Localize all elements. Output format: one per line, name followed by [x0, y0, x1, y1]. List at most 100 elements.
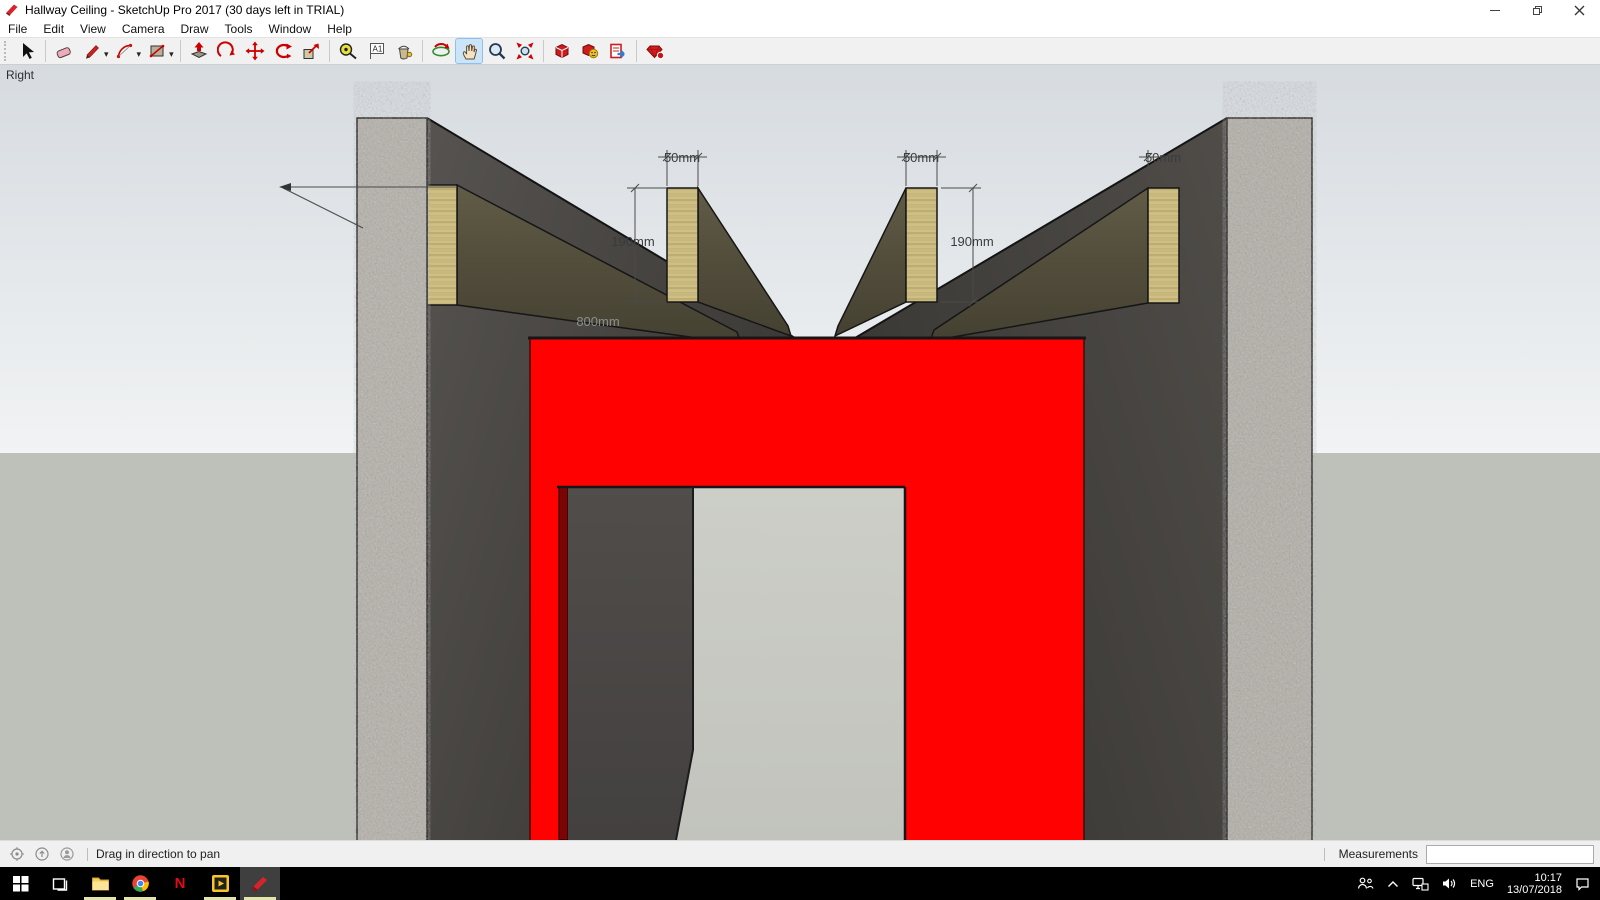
window-title: Hallway Ceiling - SketchUp Pro 2017 (30 … [25, 3, 344, 17]
tray-people-icon[interactable] [1357, 876, 1374, 891]
push-pull-tool-button[interactable] [186, 39, 212, 63]
dim-190mm-2: 190mm [950, 234, 993, 249]
3d-warehouse-button[interactable] [549, 39, 575, 63]
select-tool-button[interactable] [14, 39, 40, 63]
measurements-input[interactable] [1426, 845, 1594, 864]
zoom-tool-button[interactable] [484, 39, 510, 63]
scale-icon [301, 41, 321, 61]
pencil-icon [82, 41, 102, 61]
interior-dark-wall [568, 487, 693, 840]
system-tray: ENG 10:17 13/07/2018 [1344, 867, 1600, 900]
tray-time: 10:17 [1507, 872, 1562, 884]
line-tool-button[interactable] [79, 39, 105, 63]
toolbar-drag-handle[interactable] [4, 41, 9, 61]
menu-window[interactable]: Window [261, 22, 320, 36]
extension-manager-button[interactable] [642, 39, 668, 63]
start-button[interactable] [0, 867, 40, 900]
share-model-button[interactable] [605, 39, 631, 63]
taskbar-sketchup[interactable] [240, 867, 280, 900]
follow-me-icon [217, 41, 237, 61]
tray-network-icon[interactable] [1412, 877, 1429, 891]
sign-in-person-icon[interactable] [59, 846, 75, 862]
paint-bucket-icon [394, 41, 414, 61]
action-center-icon[interactable] [1575, 877, 1590, 891]
3d-warehouse-icon [552, 41, 572, 61]
model-viewport: 50mm 50mm 50mm 190mm 190mm 800mm Right [0, 65, 1600, 840]
pan-tool-button[interactable] [456, 39, 482, 63]
scale-tool-button[interactable] [298, 39, 324, 63]
extension-warehouse-button[interactable] [577, 39, 603, 63]
arc-tool-caret-icon[interactable]: ▾ [137, 49, 142, 60]
paint-bucket-tool-button[interactable] [391, 39, 417, 63]
taskbar-movies-tv[interactable] [200, 867, 240, 900]
shapes-tool-button[interactable] [144, 39, 170, 63]
text-tool-badge: A1 [372, 45, 382, 54]
eraser-tool-button[interactable] [51, 39, 77, 63]
restore-icon [1533, 6, 1542, 15]
zoom-extents-tool-button[interactable] [512, 39, 538, 63]
tray-chevron-up-icon[interactable] [1387, 880, 1399, 888]
rectangle-icon [147, 41, 167, 61]
menu-draw[interactable]: Draw [173, 22, 217, 36]
select-arrow-icon [17, 41, 37, 61]
opening-jamb-shadow [559, 487, 568, 840]
task-view-button[interactable] [40, 867, 80, 900]
eraser-icon [54, 41, 74, 61]
taskbar-netflix[interactable]: N [160, 867, 200, 900]
minimize-button[interactable] [1474, 0, 1516, 20]
tray-date: 13/07/2018 [1507, 884, 1562, 896]
text-tool-button[interactable]: A1 [363, 39, 389, 63]
taskbar-chrome[interactable] [120, 867, 160, 900]
follow-me-tool-button[interactable] [214, 39, 240, 63]
measurements-label: Measurements [1339, 847, 1418, 861]
close-icon [1574, 5, 1585, 16]
joist-2-end-face [667, 188, 698, 302]
menu-edit[interactable]: Edit [35, 22, 72, 36]
line-tool-caret-icon[interactable]: ▾ [104, 49, 109, 60]
tape-measure-tool-button[interactable] [335, 39, 361, 63]
status-bar: Drag in direction to pan Measurements [0, 840, 1600, 867]
extension-warehouse-icon [580, 41, 600, 61]
move-icon [245, 41, 265, 61]
chrome-icon [131, 874, 150, 893]
orbit-tool-button[interactable] [428, 39, 454, 63]
measurements-separator [1324, 848, 1325, 861]
windows-logo-icon [12, 875, 29, 892]
tray-volume-icon[interactable] [1442, 877, 1457, 890]
minimize-icon [1490, 10, 1500, 11]
menu-file[interactable]: File [0, 22, 35, 36]
joist-1-end-face [427, 185, 457, 305]
arc-icon [115, 41, 135, 61]
rotate-tool-button[interactable] [270, 39, 296, 63]
menu-tools[interactable]: Tools [217, 22, 261, 36]
toolbar: ▾ ▾ ▾ [0, 37, 1600, 65]
move-tool-button[interactable] [242, 39, 268, 63]
geolocation-icon[interactable] [9, 846, 25, 862]
task-view-icon [51, 875, 69, 893]
pan-hand-icon [459, 41, 479, 61]
rotate-icon [273, 41, 293, 61]
push-pull-icon [189, 41, 209, 61]
close-button[interactable] [1558, 0, 1600, 20]
sketchup-taskbar-icon [250, 874, 270, 894]
dim-50mm-3: 50mm [1145, 150, 1181, 165]
dim-50mm-2: 50mm [903, 150, 939, 165]
menu-view[interactable]: View [72, 22, 114, 36]
claim-credit-icon[interactable] [34, 846, 50, 862]
menu-help[interactable]: Help [319, 22, 360, 36]
tray-clock[interactable]: 10:17 13/07/2018 [1507, 872, 1562, 896]
status-separator [87, 848, 88, 861]
movies-tv-icon [211, 874, 230, 893]
restore-button[interactable] [1516, 0, 1558, 20]
tray-language[interactable]: ENG [1470, 878, 1494, 890]
shapes-tool-caret-icon[interactable]: ▾ [169, 49, 174, 60]
menu-bar: File Edit View Camera Draw Tools Window … [0, 20, 1600, 37]
taskbar-file-explorer[interactable] [80, 867, 120, 900]
viewport-canvas[interactable]: 50mm 50mm 50mm 190mm 190mm 800mm Right [0, 65, 1600, 840]
joist-3-end-face [906, 188, 937, 302]
text-label-icon: A1 [366, 41, 386, 61]
title-bar: Hallway Ceiling - SketchUp Pro 2017 (30 … [0, 0, 1600, 20]
menu-camera[interactable]: Camera [114, 22, 173, 36]
ruby-gem-icon [645, 41, 665, 61]
arc-tool-button[interactable] [112, 39, 138, 63]
